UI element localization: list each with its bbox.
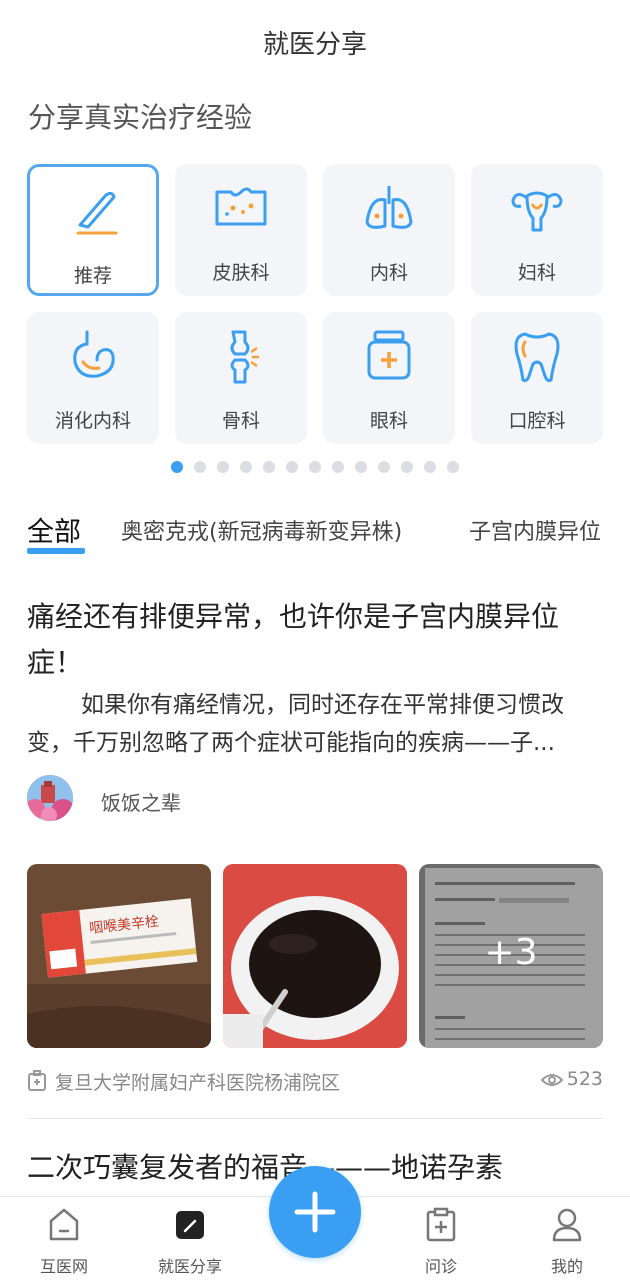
view-count: 523 [540, 1068, 603, 1090]
page-dot[interactable] [263, 461, 275, 473]
hospital-name[interactable]: 复旦大学附属妇产科医院杨浦院区 [55, 1068, 340, 1095]
photo-coffee-cup[interactable] [223, 864, 407, 1048]
tab-omicron[interactable]: 奥密克戎(新冠病毒新变异株) [121, 514, 402, 546]
category-label: 妇科 [517, 262, 556, 284]
hospital-icon [28, 1070, 46, 1091]
nav-consult[interactable]: 问诊 [391, 1197, 491, 1280]
post-title[interactable]: 痛经还有排便异常，也许你是子宫内膜异位症！ [27, 594, 603, 686]
section-heading: 分享真实治疗经验 [28, 101, 253, 134]
category-label: 骨科 [221, 410, 260, 432]
category-gynecology[interactable]: 妇科 [471, 164, 603, 296]
page-dot[interactable] [447, 461, 459, 473]
uterus-icon [511, 191, 563, 232]
post-card[interactable]: 痛经还有排便异常，也许你是子宫内膜异位症！ 如果你有痛经情况，同时还存在平常排便… [27, 594, 603, 756]
plus-icon [294, 1191, 336, 1233]
page-dot[interactable] [424, 461, 436, 473]
tab-all[interactable]: 全部 [27, 510, 81, 549]
stomach-icon [73, 330, 115, 378]
medicine-box-icon [367, 330, 411, 380]
more-photos-count: +3 [484, 932, 538, 973]
nav-label: 问诊 [424, 1257, 457, 1276]
category-dentistry[interactable]: 口腔科 [471, 312, 603, 444]
category-ophthalmology[interactable]: 眼科 [323, 312, 455, 444]
carousel-pagination [0, 461, 630, 475]
lungs-icon [365, 186, 413, 229]
bone-joint-icon [230, 330, 259, 384]
eye-icon [540, 1074, 564, 1086]
nav-share[interactable]: 就医分享 [140, 1197, 240, 1280]
tab-endometriosis[interactable]: 子宫内膜异位 [469, 514, 601, 546]
page-dot[interactable] [401, 461, 413, 473]
nav-profile[interactable]: 我的 [517, 1197, 617, 1280]
category-orthopedics[interactable]: 骨科 [175, 312, 307, 444]
app-header: 就医分享 [0, 0, 630, 82]
page-dot[interactable] [378, 461, 390, 473]
home-icon [49, 1208, 79, 1241]
post-divider [27, 1118, 603, 1119]
category-dermatology[interactable]: 皮肤科 [175, 164, 307, 296]
category-label: 推荐 [73, 265, 112, 287]
nav-label: 就医分享 [157, 1257, 222, 1276]
category-internal-medicine[interactable]: 内科 [323, 164, 455, 296]
active-tab-indicator [27, 548, 85, 554]
photo-medicine-box[interactable]: 咽喉美辛栓 [27, 864, 211, 1048]
photo-report-document[interactable]: +3 [419, 864, 603, 1048]
post-photos: 咽喉美辛栓 +3 [27, 864, 603, 1048]
share-edit-icon [176, 1211, 204, 1239]
person-icon [552, 1208, 582, 1242]
nav-label: 我的 [550, 1257, 583, 1276]
nav-label: 互医网 [39, 1257, 88, 1276]
category-label: 内科 [369, 262, 408, 284]
page-dot[interactable] [217, 461, 229, 473]
nav-home[interactable]: 互医网 [14, 1197, 114, 1280]
page-dot[interactable] [332, 461, 344, 473]
page-dot[interactable] [194, 461, 206, 473]
category-label: 消化内科 [54, 410, 131, 432]
category-gastroenterology[interactable]: 消化内科 [27, 312, 159, 444]
tooth-icon [514, 332, 560, 382]
page-title: 就医分享 [262, 30, 367, 60]
view-count-value: 523 [566, 1068, 603, 1090]
page-dot[interactable] [240, 461, 252, 473]
page-dot[interactable] [355, 461, 367, 473]
author-name[interactable]: 饭饭之辈 [101, 787, 181, 816]
create-post-button[interactable] [269, 1166, 361, 1258]
skin-icon [215, 187, 267, 226]
page-dot[interactable] [309, 461, 321, 473]
topic-tabs: 全部 奥密克戎(新冠病毒新变异株) 子宫内膜异位 [27, 508, 603, 558]
category-label: 口腔科 [508, 410, 566, 432]
category-recommend[interactable]: 推荐 [27, 164, 159, 296]
category-label: 皮肤科 [212, 262, 270, 284]
post-excerpt: 如果你有痛经情况，同时还存在平常排便习惯改变，千万别忽略了两个症状可能指向的疾病… [27, 692, 564, 756]
post-title-2[interactable]: 二次巧囊复发者的福音———地诺孕素 [27, 1146, 503, 1186]
page-dot-active[interactable] [171, 461, 183, 473]
page-dot[interactable] [286, 461, 298, 473]
scalpel-icon [76, 191, 118, 235]
post-meta: 复旦大学附属妇产科医院杨浦院区 523 [27, 1066, 603, 1096]
category-label: 眼科 [369, 410, 408, 432]
clipboard-plus-icon [426, 1207, 456, 1242]
avatar[interactable] [27, 775, 73, 821]
